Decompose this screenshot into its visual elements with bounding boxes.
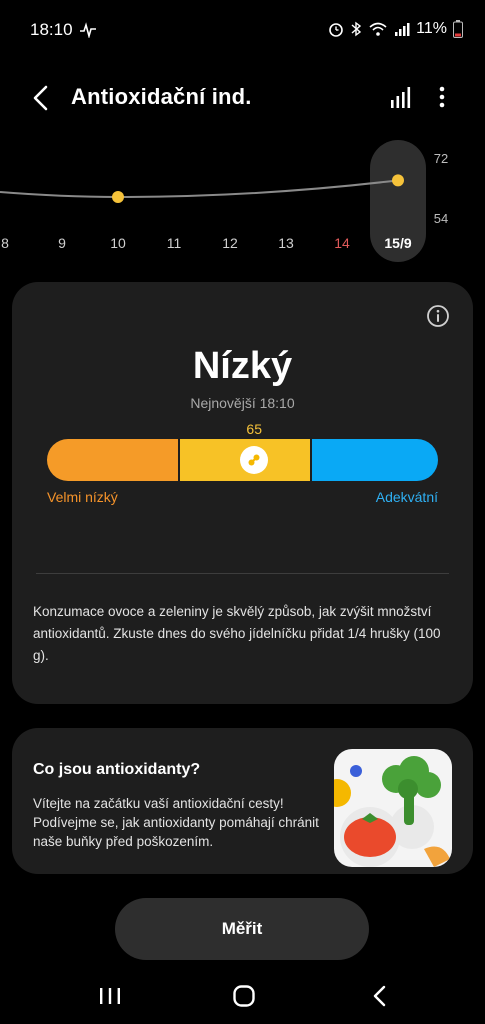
advice-text: Konzumace ovoce a zeleniny je skvělý způ…: [33, 604, 441, 663]
bar-segment-very-low: [47, 439, 178, 481]
x-tick-label[interactable]: 12: [222, 235, 238, 251]
more-vertical-icon[interactable]: [432, 84, 452, 110]
x-tick-label[interactable]: 13: [278, 235, 294, 251]
x-tick-label[interactable]: 9: [58, 235, 66, 251]
alarm-icon: [329, 23, 343, 37]
home-icon[interactable]: [229, 984, 259, 1008]
y-tick-label: 54: [434, 211, 448, 226]
recents-icon[interactable]: [95, 984, 125, 1008]
level-title: Nízký: [192, 345, 293, 387]
label-very-low: Velmi nízký: [47, 489, 118, 505]
trend-chart[interactable]: 8 9 10 11 12 13 14 15/9 72 54: [0, 135, 485, 265]
score-value: 65: [246, 421, 262, 437]
latest-measurement: Nejnovější 18:10: [190, 395, 295, 411]
wifi-icon: [369, 22, 387, 36]
battery-percent: 11%: [416, 20, 447, 37]
status-icons: 11%: [328, 20, 463, 38]
measure-button[interactable]: Měřit: [115, 898, 369, 960]
info-card-title: Co jsou antioxidanty?: [33, 761, 201, 778]
x-tick-label[interactable]: 8: [1, 235, 9, 251]
bluetooth-icon: [351, 21, 362, 37]
bar-segment-adequate: [312, 439, 438, 481]
x-tick-label[interactable]: 10: [110, 235, 126, 251]
y-tick-label: 72: [434, 151, 448, 166]
bar-chart-icon[interactable]: [388, 84, 414, 110]
divider: [36, 573, 449, 574]
label-adequate: Adekvátní: [375, 489, 438, 505]
trend-line: [0, 179, 399, 199]
page-title: Antioxidační ind.: [71, 84, 252, 109]
x-tick-label[interactable]: 14: [334, 235, 350, 251]
info-icon[interactable]: [426, 304, 450, 328]
measure-button-label: Měřit: [221, 919, 263, 938]
status-time: 18:10: [30, 20, 73, 39]
vegetables-illustration: [334, 749, 452, 867]
battery-icon: [453, 20, 463, 38]
info-card-text: Vítejte na začátku vaší antioxidační ces…: [33, 796, 319, 849]
back-nav-icon[interactable]: [365, 984, 395, 1008]
activity-icon: [80, 22, 96, 38]
back-button[interactable]: [26, 82, 58, 114]
x-tick-label[interactable]: 11: [167, 235, 182, 251]
data-point[interactable]: [392, 174, 404, 187]
data-point[interactable]: [112, 191, 124, 203]
antioxidant-icon: [248, 454, 260, 466]
x-tick-label[interactable]: 15/9: [384, 235, 411, 251]
signal-icon: [395, 23, 410, 36]
